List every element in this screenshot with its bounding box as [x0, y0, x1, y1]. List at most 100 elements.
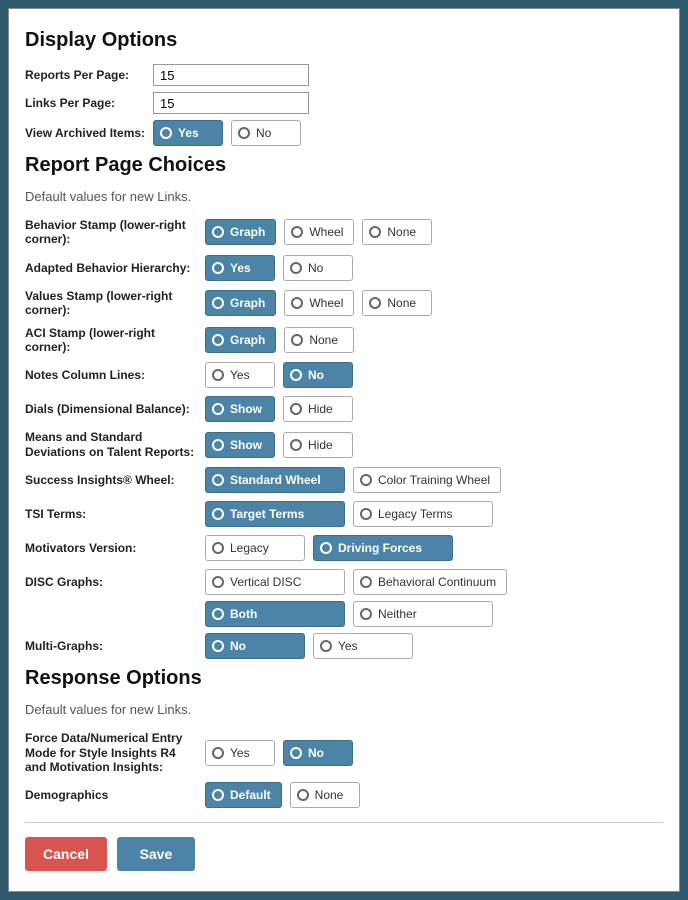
option-label: Graph — [230, 333, 265, 347]
radio-icon — [212, 508, 224, 520]
demographics-label: Demographics — [25, 788, 205, 802]
option-label: Legacy — [230, 541, 269, 555]
radio-icon — [369, 297, 381, 309]
motivators-driving[interactable]: Driving Forces — [313, 535, 453, 561]
radio-icon — [212, 369, 224, 381]
dials-hide[interactable]: Hide — [283, 396, 353, 422]
view-archived-yes[interactable]: Yes — [153, 120, 223, 146]
demographics-default[interactable]: Default — [205, 782, 282, 808]
option-label: Yes — [178, 126, 199, 140]
dials-label: Dials (Dimensional Balance): — [25, 402, 205, 416]
motivators-legacy[interactable]: Legacy — [205, 535, 305, 561]
display-options-heading: Display Options — [25, 29, 663, 52]
option-label: Yes — [230, 368, 250, 382]
option-label: Yes — [338, 639, 358, 653]
radio-icon — [360, 576, 372, 588]
tsi-target[interactable]: Target Terms — [205, 501, 345, 527]
option-label: Graph — [230, 225, 265, 239]
disc-behavioral[interactable]: Behavioral Continuum — [353, 569, 507, 595]
option-label: Wheel — [309, 225, 343, 239]
radio-icon — [291, 297, 303, 309]
option-label: No — [308, 368, 324, 382]
save-button[interactable]: Save — [117, 837, 195, 871]
notes-label: Notes Column Lines: — [25, 368, 205, 382]
option-label: Color Training Wheel — [378, 473, 490, 487]
radio-icon — [320, 542, 332, 554]
radio-icon — [212, 334, 224, 346]
option-label: Default — [230, 788, 271, 802]
option-label: Legacy Terms — [378, 507, 452, 521]
behavior-stamp-wheel[interactable]: Wheel — [284, 219, 354, 245]
adapted-hierarchy-yes[interactable]: Yes — [205, 255, 275, 281]
option-label: Show — [230, 402, 262, 416]
aci-stamp-graph[interactable]: Graph — [205, 327, 276, 353]
adapted-hierarchy-no[interactable]: No — [283, 255, 353, 281]
radio-icon — [212, 789, 224, 801]
radio-icon — [212, 297, 224, 309]
radio-icon — [291, 334, 303, 346]
radio-icon — [320, 640, 332, 652]
radio-icon — [290, 747, 302, 759]
multi-no[interactable]: No — [205, 633, 305, 659]
radio-icon — [290, 403, 302, 415]
option-label: Vertical DISC — [230, 575, 301, 589]
radio-icon — [360, 608, 372, 620]
option-label: None — [387, 225, 416, 239]
force-data-no[interactable]: No — [283, 740, 353, 766]
view-archived-no[interactable]: No — [231, 120, 301, 146]
demographics-none[interactable]: None — [290, 782, 360, 808]
radio-icon — [212, 226, 224, 238]
reports-per-page-label: Reports Per Page: — [25, 68, 153, 82]
values-stamp-none[interactable]: None — [362, 290, 432, 316]
radio-icon — [212, 576, 224, 588]
reports-per-page-input[interactable] — [153, 64, 309, 86]
behavior-stamp-graph[interactable]: Graph — [205, 219, 276, 245]
disc-vertical[interactable]: Vertical DISC — [205, 569, 345, 595]
option-label: None — [387, 296, 416, 310]
multi-yes[interactable]: Yes — [313, 633, 413, 659]
motivators-label: Motivators Version: — [25, 541, 205, 555]
tsi-legacy[interactable]: Legacy Terms — [353, 501, 493, 527]
option-label: Yes — [230, 261, 251, 275]
cancel-button[interactable]: Cancel — [25, 837, 107, 871]
multi-label: Multi-Graphs: — [25, 639, 205, 653]
radio-icon — [369, 226, 381, 238]
behavior-stamp-none[interactable]: None — [362, 219, 432, 245]
radio-icon — [212, 640, 224, 652]
response-options-subtext: Default values for new Links. — [25, 702, 663, 717]
force-data-yes[interactable]: Yes — [205, 740, 275, 766]
success-wheel-color[interactable]: Color Training Wheel — [353, 467, 501, 493]
radio-icon — [238, 127, 250, 139]
option-label: Hide — [308, 438, 333, 452]
option-label: No — [308, 746, 324, 760]
option-label: None — [309, 333, 338, 347]
dials-show[interactable]: Show — [205, 396, 275, 422]
option-label: Target Terms — [230, 507, 304, 521]
option-label: Driving Forces — [338, 541, 422, 555]
radio-icon — [212, 542, 224, 554]
report-page-subtext: Default values for new Links. — [25, 189, 663, 204]
radio-icon — [290, 262, 302, 274]
disc-neither[interactable]: Neither — [353, 601, 493, 627]
values-stamp-wheel[interactable]: Wheel — [284, 290, 354, 316]
values-stamp-graph[interactable]: Graph — [205, 290, 276, 316]
notes-yes[interactable]: Yes — [205, 362, 275, 388]
success-wheel-standard[interactable]: Standard Wheel — [205, 467, 345, 493]
radio-icon — [212, 439, 224, 451]
disc-both[interactable]: Both — [205, 601, 345, 627]
links-per-page-input[interactable] — [153, 92, 309, 114]
notes-no[interactable]: No — [283, 362, 353, 388]
aci-stamp-none[interactable]: None — [284, 327, 354, 353]
option-label: Behavioral Continuum — [378, 575, 496, 589]
option-label: No — [230, 639, 246, 653]
tsi-label: TSI Terms: — [25, 507, 205, 521]
means-show[interactable]: Show — [205, 432, 275, 458]
radio-icon — [291, 226, 303, 238]
radio-icon — [360, 474, 372, 486]
option-label: Hide — [308, 402, 333, 416]
means-hide[interactable]: Hide — [283, 432, 353, 458]
divider — [25, 822, 663, 823]
radio-icon — [290, 369, 302, 381]
option-label: Wheel — [309, 296, 343, 310]
radio-icon — [212, 474, 224, 486]
